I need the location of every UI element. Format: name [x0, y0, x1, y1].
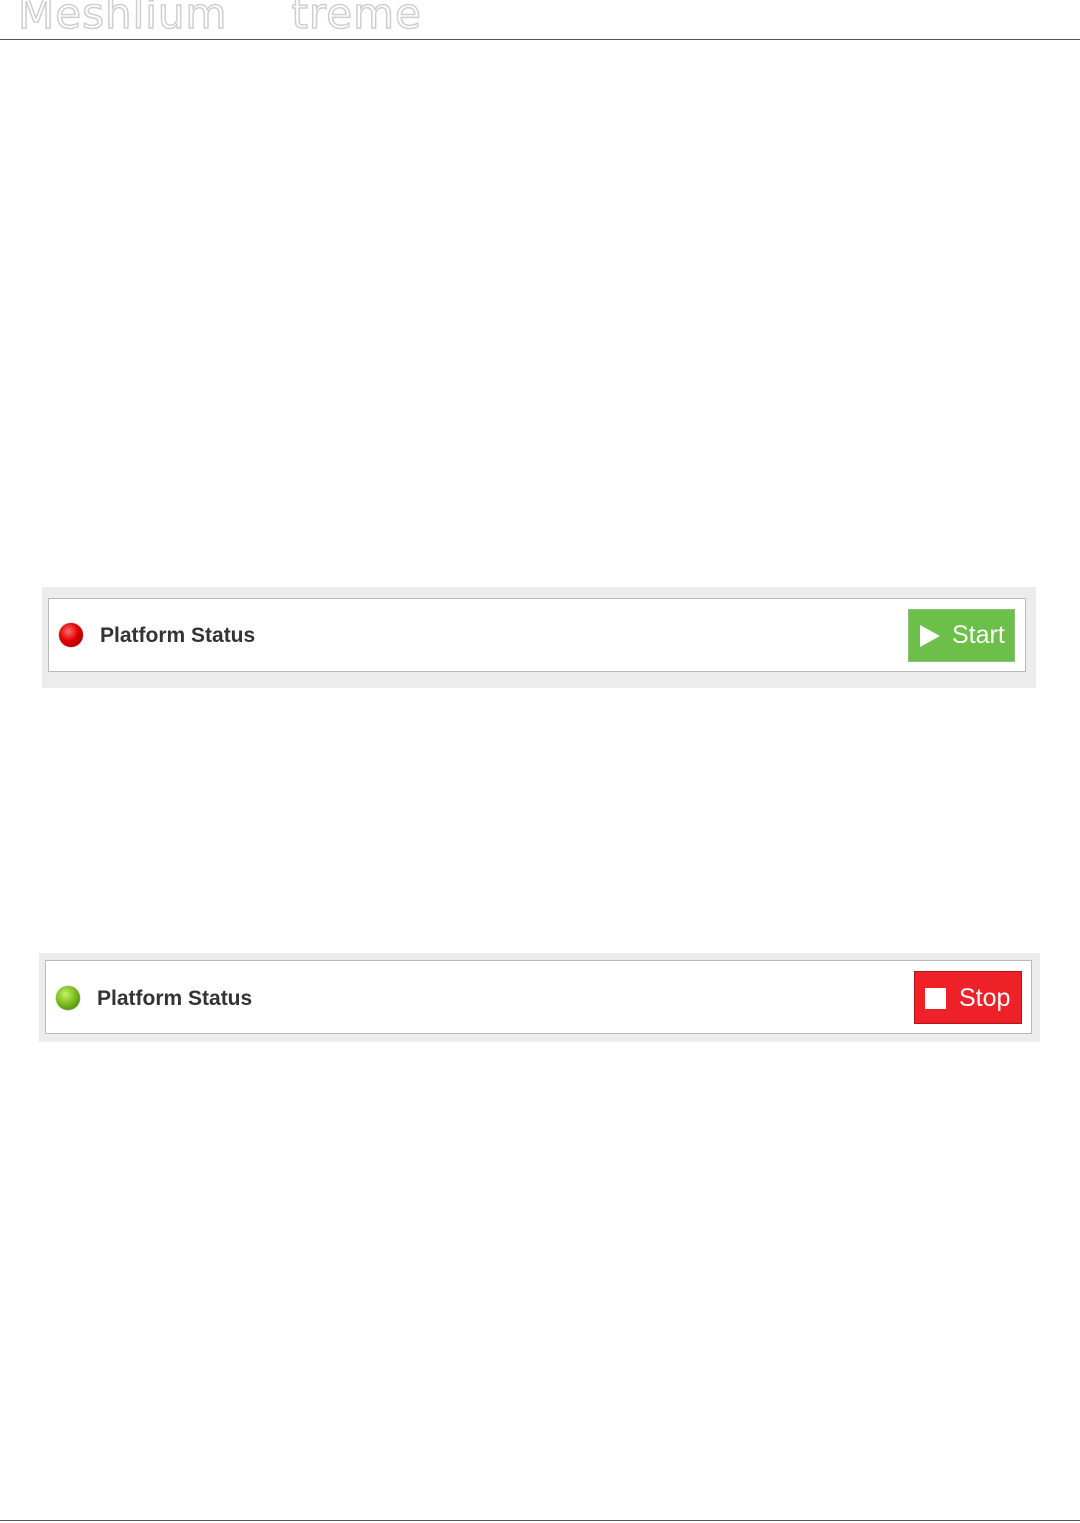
play-icon — [920, 625, 940, 647]
header-divider — [0, 39, 1080, 40]
stop-button[interactable]: Stop — [914, 971, 1022, 1024]
status-green-indicator-icon — [56, 986, 80, 1010]
platform-status-bar: Platform Status Start — [48, 598, 1026, 672]
start-button-label: Start — [952, 621, 1005, 649]
status-red-indicator-icon — [59, 623, 83, 647]
platform-status-label: Platform Status — [97, 987, 253, 1010]
platform-status-label: Platform Status — [100, 624, 256, 647]
footer-divider — [0, 1520, 1080, 1521]
page-header-title: Meshlium treme — [17, 0, 422, 40]
document-page: Meshlium treme Platform Status Start Plat… — [0, 0, 1080, 1523]
stop-button-label: Stop — [959, 984, 1011, 1012]
header-title-part1: Meshlium — [17, 0, 228, 39]
start-button[interactable]: Start — [908, 609, 1015, 662]
platform-status-panel-stopped: Platform Status Start — [42, 587, 1036, 688]
platform-status-panel-running: Platform Status Stop — [39, 953, 1040, 1042]
header-title-part2: treme — [291, 0, 422, 39]
stop-square-icon — [925, 988, 946, 1009]
platform-status-bar: Platform Status Stop — [45, 960, 1032, 1034]
